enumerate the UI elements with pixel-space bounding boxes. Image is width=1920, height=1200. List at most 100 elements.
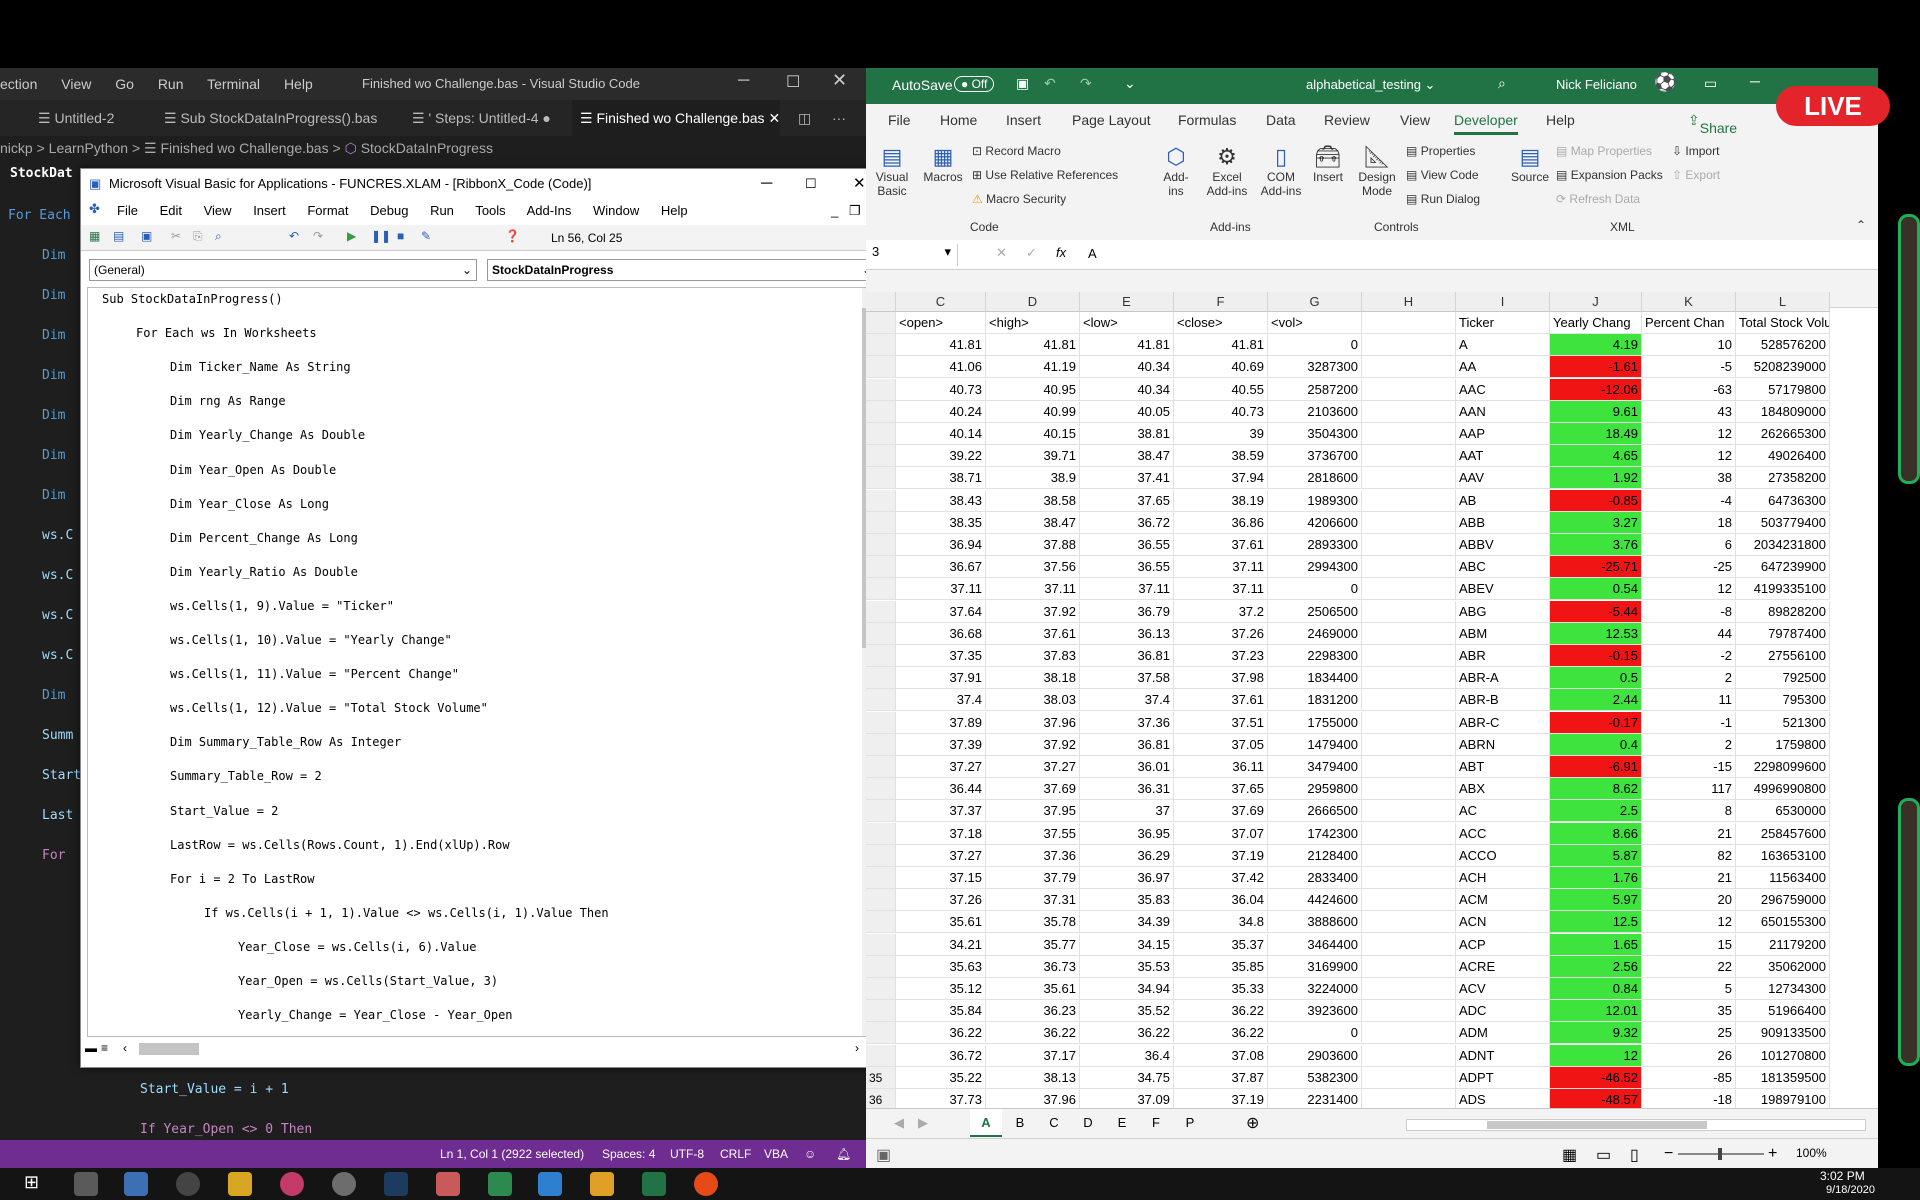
column-header[interactable]: J [1550,292,1642,312]
addins-button[interactable]: ⬡ Add-ins [1156,144,1196,198]
row-header[interactable] [866,1022,896,1045]
steam-icon[interactable] [384,1172,408,1196]
table-cell[interactable]: 40.73 [896,378,986,401]
table-cell[interactable] [1362,534,1456,556]
tab-developer[interactable]: Developer [1454,112,1518,135]
table-cell[interactable]: 9.32 [1550,1022,1642,1045]
help-icon[interactable]: ❓ [505,229,520,243]
table-cell[interactable]: 2.5 [1550,800,1642,823]
language-status[interactable]: VBA [764,1140,788,1168]
row-header[interactable] [866,955,896,978]
header-cell[interactable]: <low> [1080,312,1174,334]
table-cell[interactable]: ABR-B [1456,689,1550,712]
table-cell[interactable]: 37.69 [986,778,1080,801]
table-cell[interactable]: 21 [1642,822,1736,845]
table-cell[interactable]: 37.36 [1080,711,1174,734]
table-cell[interactable]: -25 [1642,556,1736,579]
table-cell[interactable]: ADC [1456,1000,1550,1023]
table-cell[interactable]: 18 [1642,511,1736,534]
table-cell[interactable]: 37.42 [1174,867,1268,889]
table-cell[interactable]: 37.11 [896,578,986,601]
table-cell[interactable]: 521300 [1736,711,1830,734]
table-cell[interactable]: 36.04 [1174,889,1268,912]
row-header[interactable] [866,312,896,334]
table-cell[interactable]: 37.4 [1080,689,1174,712]
app-icon[interactable] [436,1172,460,1196]
table-cell[interactable]: 2959800 [1268,778,1362,801]
column-header[interactable]: I [1456,292,1550,312]
table-cell[interactable]: 37.31 [986,889,1080,912]
table-cell[interactable]: 4.65 [1550,445,1642,468]
copy-icon[interactable]: ⎘ [193,229,203,244]
table-cell[interactable]: 0 [1268,1022,1362,1045]
table-cell[interactable]: 37.61 [1174,534,1268,556]
table-cell[interactable] [1362,1000,1456,1023]
table-cell[interactable]: AAT [1456,445,1550,468]
table-cell[interactable]: 64736300 [1736,489,1830,512]
scrollbar-thumb[interactable] [1487,1121,1707,1129]
tab-untitled-2[interactable]: ☰ Untitled-2 [38,100,114,136]
source-button[interactable]: ▤ Source [1510,144,1550,184]
table-cell[interactable]: 38.43 [896,489,986,512]
row-header[interactable] [866,600,896,623]
table-cell[interactable]: 35.52 [1080,1000,1174,1023]
table-cell[interactable]: 38.47 [1080,445,1174,468]
table-cell[interactable]: 3169900 [1268,955,1362,978]
table-cell[interactable]: 40.99 [986,400,1080,423]
table-cell[interactable]: 36.94 [896,534,986,556]
table-cell[interactable]: -0.17 [1550,711,1642,734]
sheet-tab[interactable]: D [1072,1109,1104,1137]
menu-insert[interactable]: Insert [253,203,286,218]
zoom-in-icon[interactable]: + [1768,1145,1777,1163]
table-cell[interactable]: 38.59 [1174,445,1268,468]
table-cell[interactable]: 37.69 [1174,800,1268,823]
tab-view[interactable]: View [1400,112,1430,128]
table-cell[interactable]: AC [1456,800,1550,823]
table-cell[interactable]: -2 [1642,645,1736,667]
table-cell[interactable]: 38.47 [986,511,1080,534]
table-cell[interactable]: 3923600 [1268,1000,1362,1023]
table-cell[interactable] [1362,556,1456,579]
row-header[interactable] [866,622,896,645]
table-cell[interactable]: 34.15 [1080,933,1174,956]
close-tab-icon[interactable]: ✕ [768,110,780,126]
table-cell[interactable]: 163653100 [1736,844,1830,867]
table-cell[interactable]: 37.98 [1174,667,1268,690]
row-header[interactable] [866,489,896,512]
table-cell[interactable]: 34.8 [1174,911,1268,934]
find-icon[interactable]: ⌕ [215,229,222,244]
table-cell[interactable]: 25 [1642,1022,1736,1045]
macro-record-icon[interactable]: ▣ [876,1145,891,1165]
table-cell[interactable]: 43 [1642,400,1736,423]
table-cell[interactable]: 35.83 [1080,889,1174,912]
zoom-out-icon[interactable]: − [1664,1145,1673,1163]
view-code-button[interactable]: ▤ View Code [1406,168,1479,182]
table-cell[interactable] [1362,756,1456,778]
table-cell[interactable]: -46.52 [1550,1066,1642,1089]
table-cell[interactable]: -15 [1642,756,1736,778]
tab-data[interactable]: Data [1266,112,1296,128]
table-cell[interactable]: 2818600 [1268,467,1362,490]
table-cell[interactable]: 36.68 [896,622,986,645]
table-cell[interactable]: ABM [1456,622,1550,645]
row-header[interactable] [866,1000,896,1023]
record-macro-button[interactable]: ⊡ Record Macro [972,144,1061,158]
table-cell[interactable]: 184809000 [1736,400,1830,423]
table-cell[interactable]: 1.92 [1550,467,1642,490]
normal-view-icon[interactable]: ▦ [1562,1145,1577,1165]
table-cell[interactable]: ABT [1456,756,1550,778]
row-header[interactable] [866,400,896,423]
table-cell[interactable]: 44 [1642,622,1736,645]
table-cell[interactable]: 35.53 [1080,955,1174,978]
table-cell[interactable] [1362,378,1456,401]
table-cell[interactable]: 37 [1080,800,1174,823]
xbox-icon[interactable] [332,1172,356,1196]
menu-file[interactable]: File [117,203,138,218]
table-cell[interactable]: 51966400 [1736,1000,1830,1023]
sheet-tab[interactable]: C [1038,1109,1070,1137]
table-cell[interactable] [1362,978,1456,1000]
column-header[interactable]: G [1268,292,1362,312]
row-header[interactable] [866,778,896,801]
break-icon[interactable]: ❚❚ [371,229,391,243]
table-cell[interactable]: 2469000 [1268,622,1362,645]
